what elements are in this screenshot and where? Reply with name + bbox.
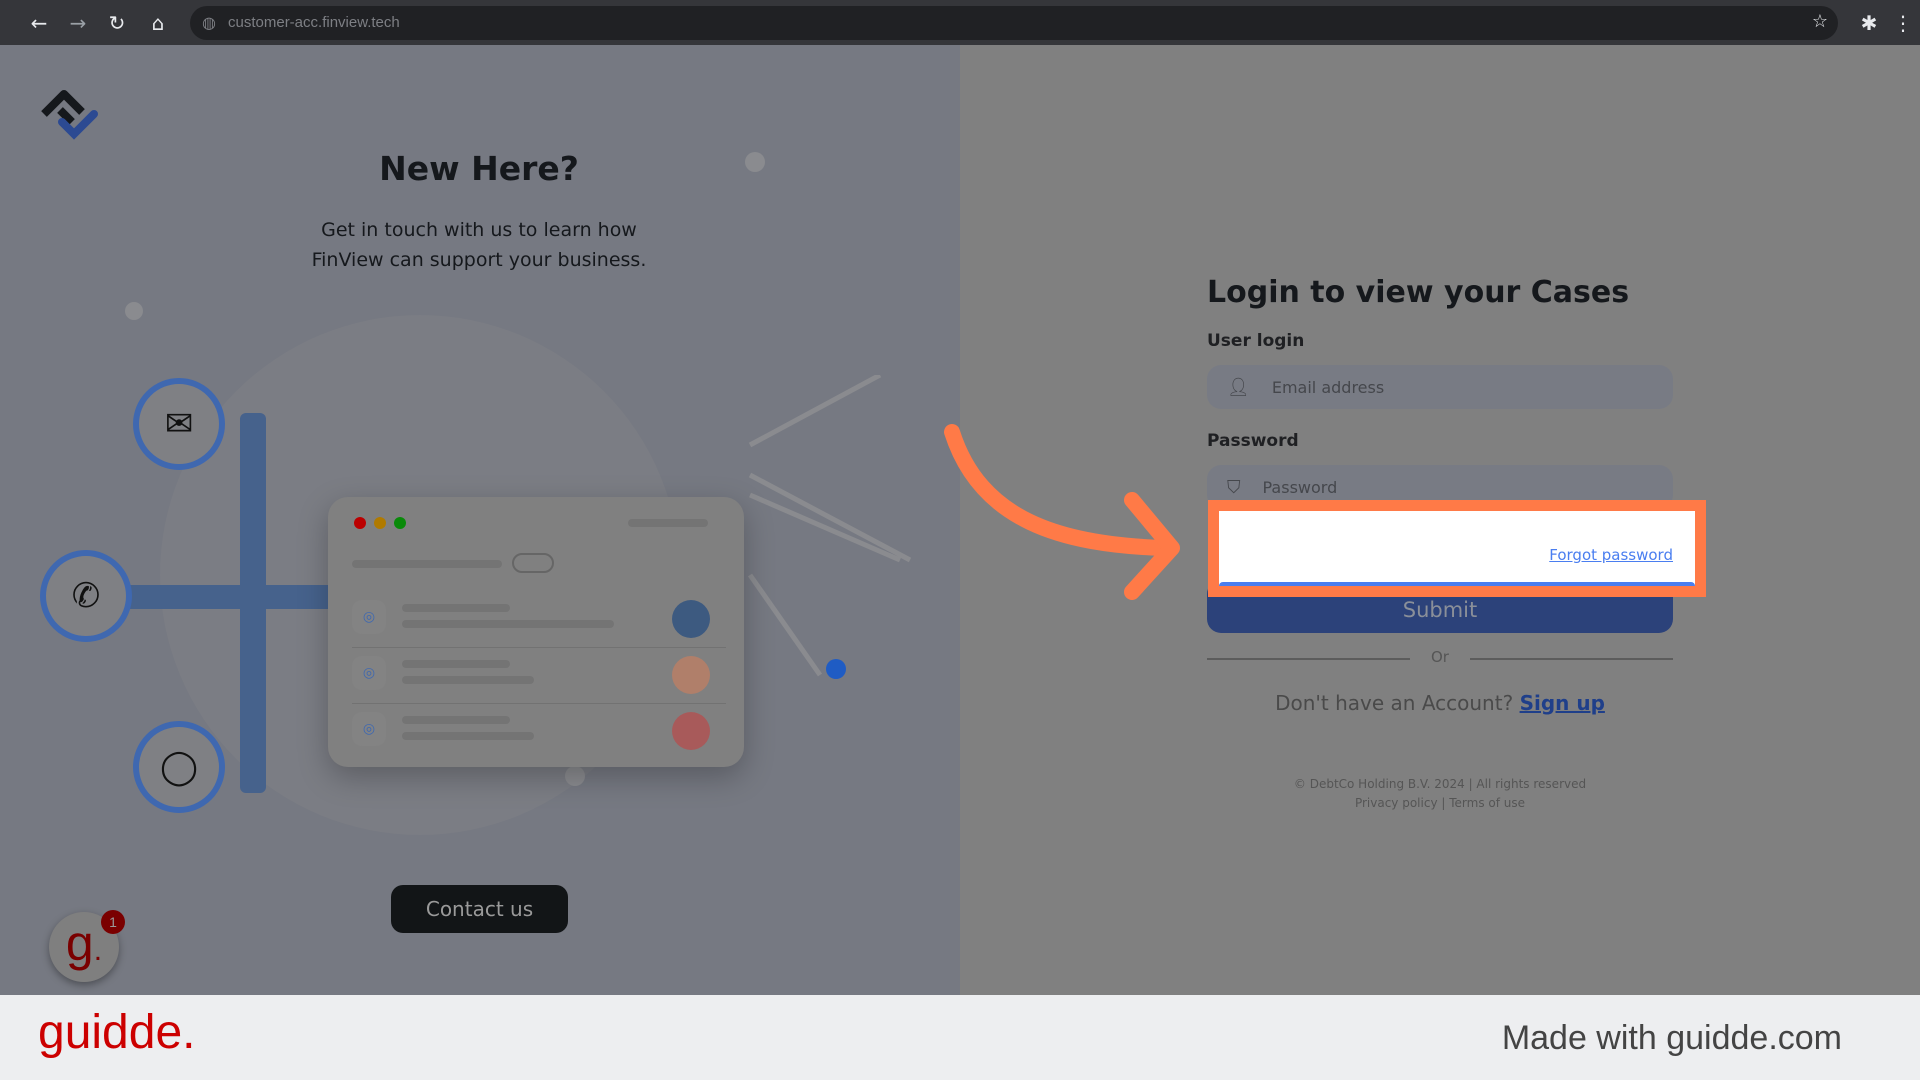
login-title: Login to view your Cases [1207,275,1630,310]
divider [1207,658,1410,660]
no-account-text: Don't have an Account? [1275,691,1514,715]
placeholder-bar [402,660,510,668]
shield-icon: ⛉ [1227,476,1241,498]
placeholder-bar [402,620,614,628]
chat-icon: ◯ [159,747,199,787]
forward-icon[interactable]: → [65,10,91,36]
url-text: customer-acc.finview.tech [228,14,400,31]
instagram-icon: ◎ [352,600,386,634]
new-here-title: New Here? [379,149,579,188]
submit-edge [1219,582,1695,586]
placeholder-bar [402,604,510,612]
decor-dot [745,152,765,172]
subtitle-line: FinView can support your business. [311,249,647,271]
decor-dot [125,302,143,320]
avatar [672,712,710,750]
preview-row: ◎ [352,592,726,648]
subtitle-line: Get in touch with us to learn how [321,219,637,241]
footer: © DebtCo Holding B.V. 2024 | All rights … [1207,775,1673,813]
password-input[interactable] [1262,477,1643,497]
guidde-footer: guidde. Made with guidde.com [0,995,1920,1080]
dot-green [394,517,406,529]
placeholder-bar [628,519,708,527]
reload-icon[interactable]: ↻ [104,10,130,36]
placeholder-bar [402,716,510,724]
user-icon: 👤︎ [1227,376,1250,398]
contact-us-button[interactable]: Contact us [391,885,568,933]
password-label: Password [1207,431,1299,451]
sign-up-link[interactable]: Sign up [1520,691,1605,715]
dot-red [354,517,366,529]
privacy-link[interactable]: Privacy policy [1355,796,1438,810]
email-icon: ✉ [164,404,194,444]
user-login-label: User login [1207,331,1305,351]
email-channel: ✉ [133,378,225,470]
placeholder-bar [402,676,534,684]
email-field[interactable]: 👤︎ [1207,365,1673,409]
home-icon[interactable]: ⌂ [145,10,171,36]
guidde-logo: guidde. [38,1006,196,1059]
whatsapp-icon: ✆ [71,576,101,616]
left-panel: New Here? Get in touch with us to learn … [0,45,960,995]
avatar [672,656,710,694]
placeholder-pill [512,553,554,573]
dot-yellow [374,517,386,529]
signup-prompt: Don't have an Account? Sign up [1207,691,1673,715]
app-preview-card: ◎ ◎ ◎ [328,497,744,767]
preview-row: ◎ [352,648,726,704]
address-bar[interactable]: ◍ customer-acc.finview.tech ☆ [190,6,1838,40]
chat-channel: ◯ [133,721,225,813]
placeholder-bar [402,732,534,740]
instagram-icon: ◎ [352,712,386,746]
menu-icon[interactable]: ⋮ [1890,10,1916,36]
separator: | [1441,796,1446,810]
forgot-password-link[interactable]: Forgot password [1549,546,1673,564]
highlight-box: Forgot password [1208,500,1706,597]
divider [1470,658,1673,660]
decor-dot [565,766,585,786]
connector-horizontal [110,585,330,609]
instagram-icon: ◎ [352,656,386,690]
globe-icon: ◍ [202,13,216,32]
email-input[interactable] [1271,377,1652,397]
browser-toolbar: ← → ↻ ⌂ ◍ customer-acc.finview.tech ☆ ✱ … [0,0,1920,45]
terms-link[interactable]: Terms of use [1449,796,1525,810]
avatar [672,600,710,638]
finview-logo [41,90,98,140]
copyright: © DebtCo Holding B.V. 2024 | All rights … [1293,777,1587,791]
notification-badge: 1 [101,910,125,934]
back-icon[interactable]: ← [26,10,52,36]
star-icon[interactable]: ☆ [1812,11,1828,32]
new-here-subtitle: Get in touch with us to learn how FinVie… [0,215,958,275]
preview-row: ◎ [352,704,726,760]
whatsapp-channel: ✆ [40,550,132,642]
placeholder-bar [352,560,502,568]
guidde-launcher[interactable]: g. 1 [49,910,125,982]
pointer-arrow-icon [944,424,1180,600]
extensions-icon[interactable]: ✱ [1856,10,1882,36]
made-with-text: Made with guidde.com [1501,1019,1842,1057]
or-text: Or [1431,648,1449,666]
